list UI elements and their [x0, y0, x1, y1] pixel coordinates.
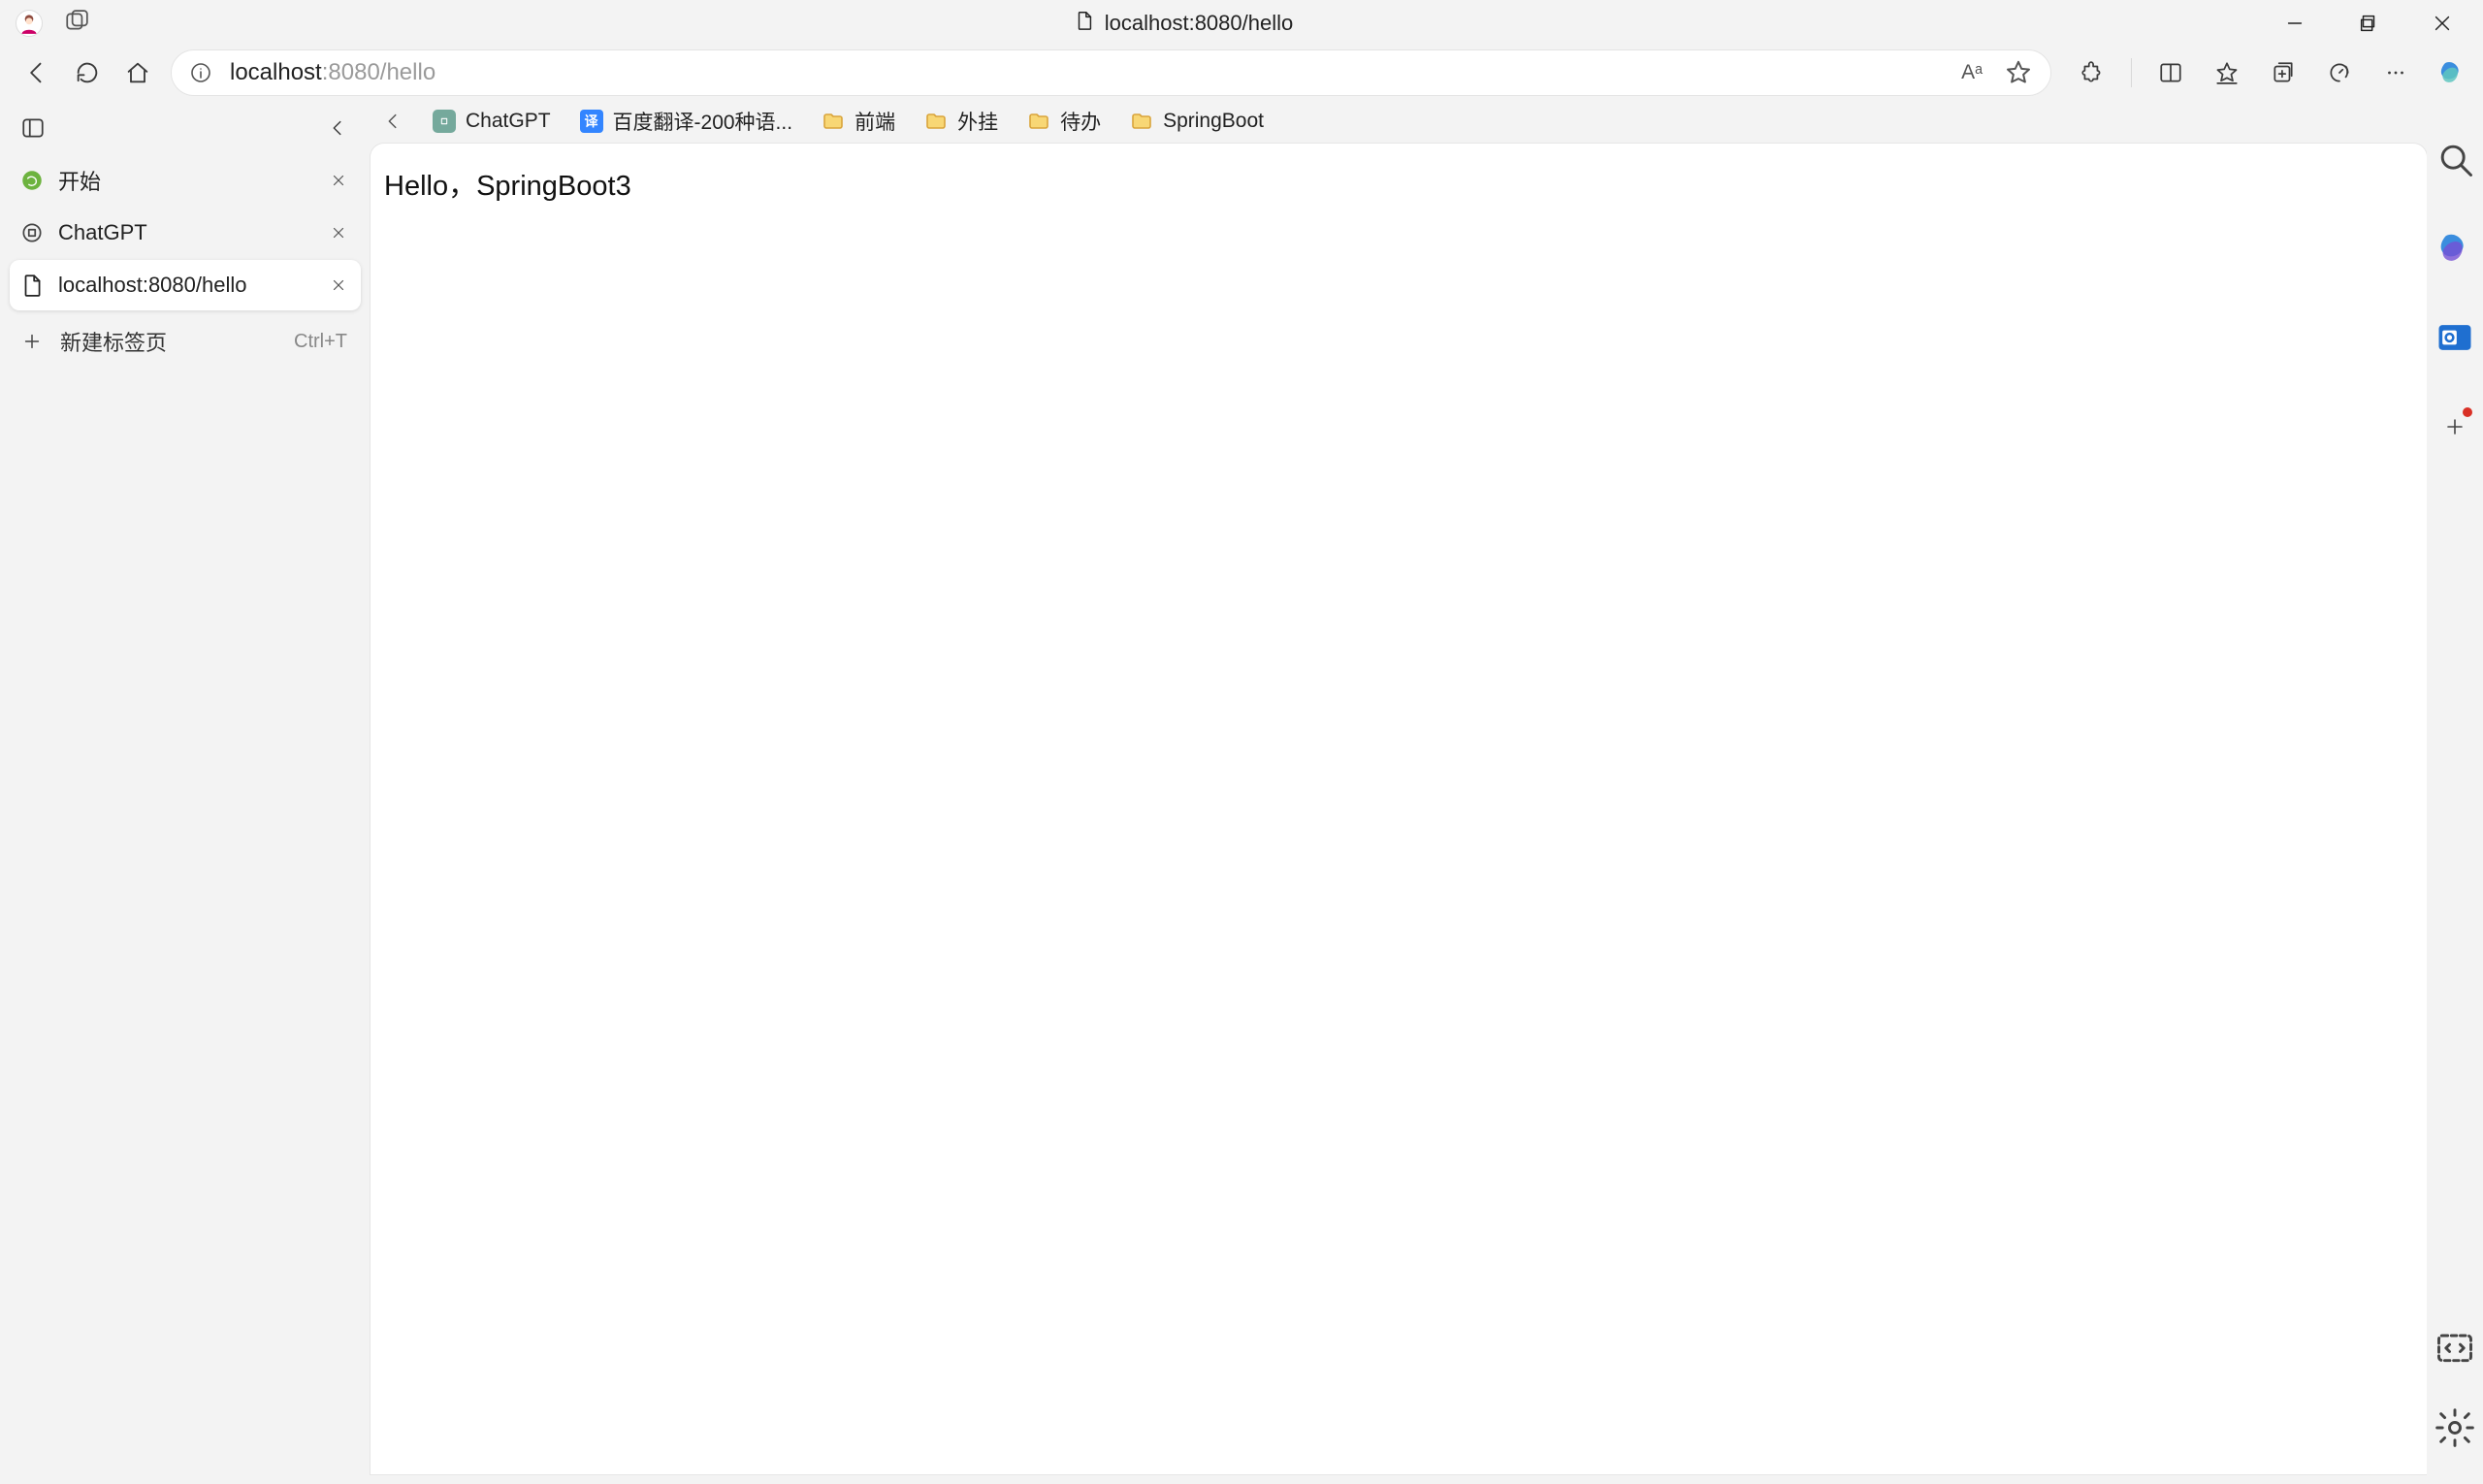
- favorite-plugins-folder[interactable]: 外挂: [913, 103, 1010, 140]
- back-button[interactable]: [14, 49, 60, 96]
- title-bar-left: [6, 9, 89, 39]
- folder-icon: [1027, 110, 1050, 133]
- title-bar-center: localhost:8080/hello: [89, 10, 2277, 37]
- favorite-label: ChatGPT: [466, 110, 551, 133]
- file-icon: [19, 273, 45, 298]
- workspaces-icon[interactable]: [64, 9, 89, 39]
- notification-dot-icon: [2463, 407, 2472, 417]
- favorite-label: 百度翻译-200种语...: [613, 107, 793, 136]
- tab-label: 开始: [58, 165, 312, 196]
- screenshot-icon[interactable]: [2434, 1325, 2476, 1368]
- favorites-collapse-icon[interactable]: [371, 99, 415, 144]
- title-bar: localhost:8080/hello: [0, 0, 2483, 47]
- favorite-label: 外挂: [957, 107, 998, 136]
- outlook-icon[interactable]: [2434, 316, 2476, 359]
- folder-icon: [822, 110, 845, 133]
- page-body-text: Hello，SpringBoot3: [384, 171, 631, 202]
- tab-label: localhost:8080/hello: [58, 273, 312, 298]
- favorite-label: SpringBoot: [1163, 110, 1264, 133]
- favorite-baidu-translate[interactable]: 译 百度翻译-200种语...: [568, 103, 805, 140]
- split-screen-icon[interactable]: [2149, 51, 2192, 94]
- address-text[interactable]: localhost:8080/hello: [230, 59, 1957, 86]
- favorite-todo-folder[interactable]: 待办: [1016, 103, 1113, 140]
- close-tab-icon[interactable]: [326, 220, 351, 245]
- vertical-tab-start[interactable]: 开始: [10, 155, 361, 206]
- refresh-button[interactable]: [64, 49, 111, 96]
- collections-icon[interactable]: [2262, 51, 2305, 94]
- folder-icon: [1130, 110, 1153, 133]
- address-bar[interactable]: localhost:8080/hello Aᵃ: [171, 49, 2051, 96]
- maximize-button[interactable]: [2351, 6, 2386, 41]
- add-side-app-icon[interactable]: [2434, 405, 2476, 448]
- favorite-star-icon[interactable]: [2004, 58, 2033, 87]
- vertical-tabs-panel: 开始 ChatGPT localhost:8080/hello 新建标签页 Ct…: [0, 99, 371, 1484]
- read-aloud-icon[interactable]: Aᵃ: [1957, 58, 1986, 87]
- vtab-header: [10, 105, 361, 151]
- chatgpt-favicon-icon: [433, 110, 456, 133]
- favorite-chatgpt[interactable]: ChatGPT: [421, 103, 563, 140]
- home-button[interactable]: [114, 49, 161, 96]
- chatgpt-icon: [19, 220, 45, 245]
- nav-toolbar: localhost:8080/hello Aᵃ: [0, 47, 2483, 99]
- favorites-bar: ChatGPT 译 百度翻译-200种语... 前端 外挂 待办 SpringB…: [371, 99, 2427, 144]
- profile-avatar-icon[interactable]: [16, 10, 43, 37]
- address-right-icons: Aᵃ: [1957, 58, 2041, 87]
- close-window-button[interactable]: [2425, 6, 2460, 41]
- tab-actions-icon[interactable]: [16, 111, 50, 145]
- side-bottom: [2434, 1325, 2476, 1484]
- vertical-tab-localhost[interactable]: localhost:8080/hello: [10, 260, 361, 310]
- extension-puzzle-icon[interactable]: [2071, 51, 2113, 94]
- window-title: localhost:8080/hello: [1105, 11, 1293, 36]
- address-host: localhost: [230, 59, 322, 86]
- copilot-side-icon[interactable]: [2434, 227, 2476, 270]
- body-row: 开始 ChatGPT localhost:8080/hello 新建标签页 Ct…: [0, 99, 2483, 1484]
- translate-favicon-icon: 译: [580, 110, 603, 133]
- page-content: Hello，SpringBoot3: [371, 144, 2427, 1474]
- tab-label: ChatGPT: [58, 220, 312, 245]
- new-tab-button[interactable]: 新建标签页 Ctrl+T: [10, 316, 361, 367]
- new-tab-label: 新建标签页: [60, 326, 167, 357]
- favorite-frontend-folder[interactable]: 前端: [810, 103, 907, 140]
- window-controls: [2277, 6, 2477, 41]
- divider: [2131, 58, 2132, 87]
- favorite-label: 待办: [1060, 107, 1101, 136]
- spring-icon: [19, 168, 45, 193]
- folder-icon: [924, 110, 948, 133]
- collapse-tabs-icon[interactable]: [320, 111, 355, 145]
- favorite-springboot-folder[interactable]: SpringBoot: [1118, 103, 1275, 140]
- address-path: :8080/hello: [322, 59, 435, 86]
- close-tab-icon[interactable]: [326, 273, 351, 298]
- search-icon[interactable]: [2434, 138, 2476, 180]
- favorites-bar-icon[interactable]: [2206, 51, 2248, 94]
- copilot-icon[interactable]: [2431, 51, 2473, 94]
- favorite-label: 前端: [855, 107, 895, 136]
- side-panel: [2427, 99, 2483, 1484]
- toolbar-right-icons: [2061, 51, 2477, 94]
- site-info-icon[interactable]: [189, 61, 212, 84]
- more-menu-icon[interactable]: [2374, 51, 2417, 94]
- minimize-button[interactable]: [2277, 6, 2312, 41]
- page-file-icon: [1074, 10, 1095, 37]
- performance-icon[interactable]: [2318, 51, 2361, 94]
- new-tab-shortcut: Ctrl+T: [294, 331, 347, 353]
- close-tab-icon[interactable]: [326, 168, 351, 193]
- vertical-tab-chatgpt[interactable]: ChatGPT: [10, 208, 361, 258]
- plus-icon: [19, 329, 45, 354]
- content-column: ChatGPT 译 百度翻译-200种语... 前端 外挂 待办 SpringB…: [371, 99, 2427, 1484]
- settings-gear-icon[interactable]: [2434, 1406, 2476, 1449]
